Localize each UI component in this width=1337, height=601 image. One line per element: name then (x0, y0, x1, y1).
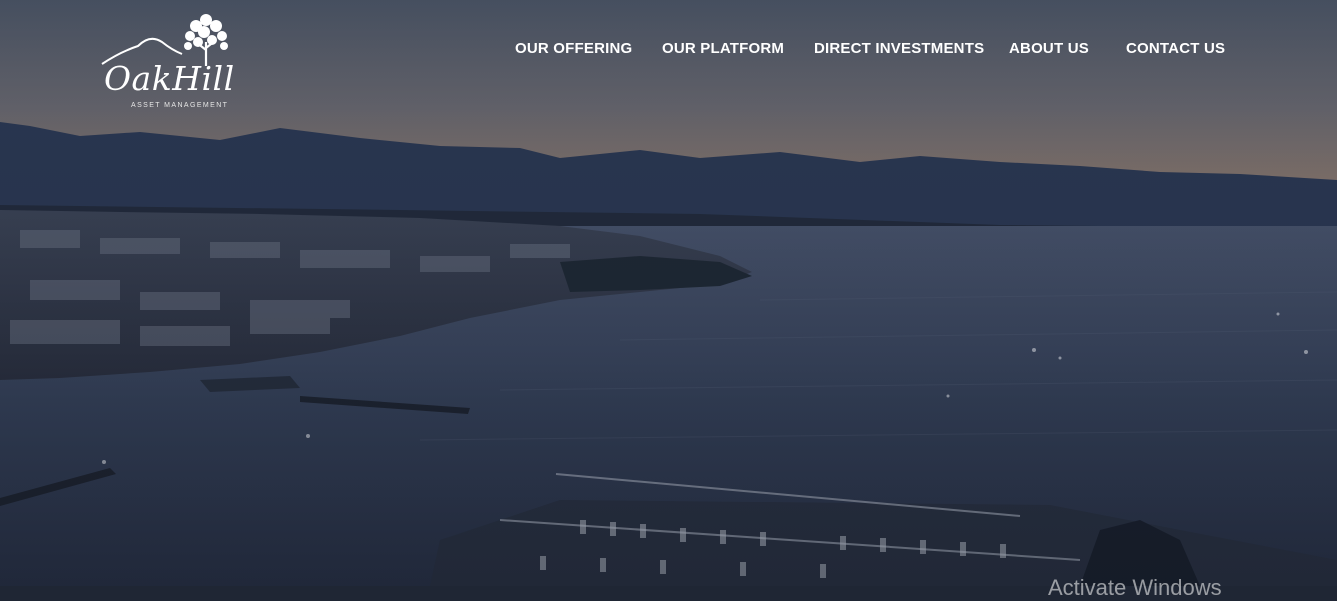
nav-about-us[interactable]: ABOUT US (1009, 40, 1089, 57)
nav-our-offering[interactable]: OUR OFFERING (515, 40, 632, 57)
brand-name: OakHill (104, 59, 235, 98)
nav-contact-us[interactable]: CONTACT US (1126, 40, 1225, 57)
nav-direct-investments[interactable]: DIRECT INVESTMENTS (814, 40, 984, 57)
nav-our-platform[interactable]: OUR PLATFORM (662, 40, 784, 57)
brand-tagline: ASSET MANAGEMENT (131, 102, 229, 109)
oakhill-logo[interactable]: OakHill ASSET MANAGEMENT (100, 8, 235, 112)
